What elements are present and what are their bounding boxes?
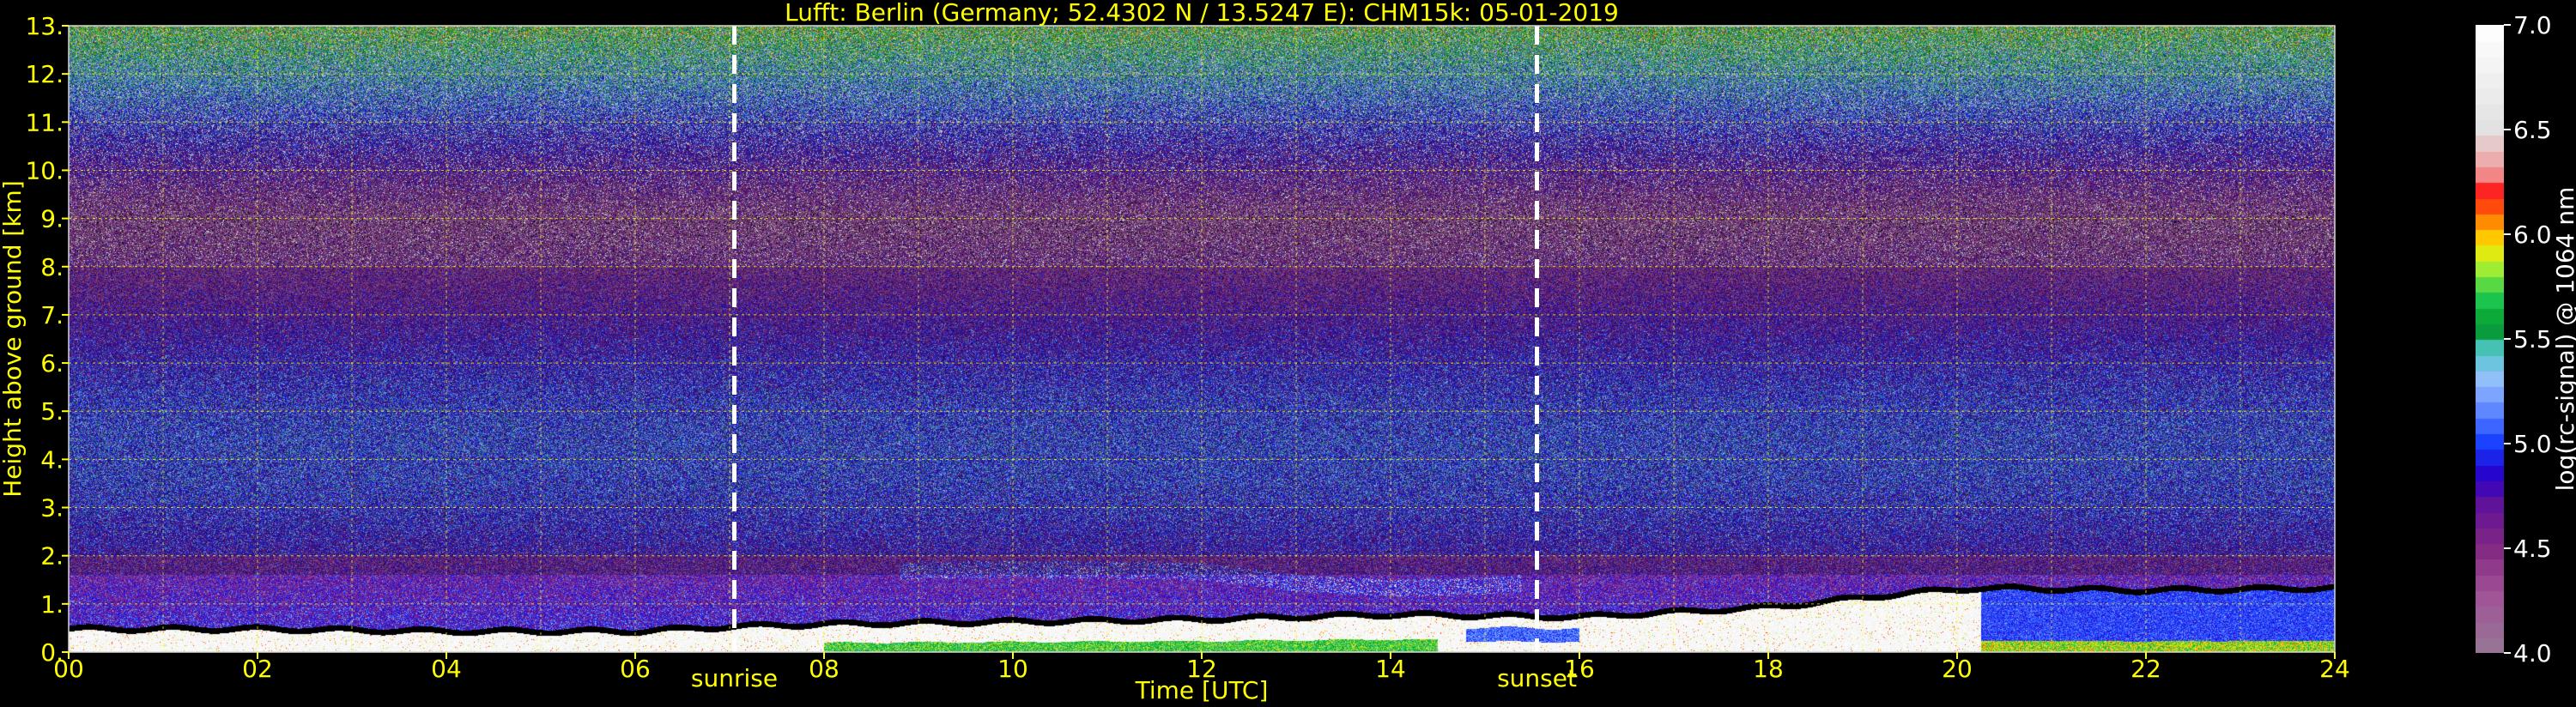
colorbar-tick-label: 4.5	[2513, 535, 2552, 563]
x-tick-label: 18	[1753, 655, 1784, 683]
y-tick-label: 10.	[25, 156, 64, 184]
x-axis-label: Time [UTC]	[1135, 676, 1269, 704]
chart-title: Lufft: Berlin (Germany; 52.4302 N / 13.5…	[785, 0, 1619, 27]
x-tick-label: 20	[1942, 655, 1973, 683]
ceilometer-figure: 00 02 04 06 08 10 12 14 16 18 20 22 24 0. 1. 2. 3. 4. 5. 6…	[0, 0, 2576, 707]
x-tick-label: 10	[997, 655, 1028, 683]
x-tick-label: 02	[242, 655, 273, 683]
colorbar-tick-label: 5.0	[2513, 430, 2552, 458]
y-tick-label: 12.	[25, 60, 64, 88]
x-tick-label: 06	[620, 655, 651, 683]
y-tick-label: 8.	[40, 253, 64, 281]
gridlines	[69, 26, 2335, 652]
y-tick-label: 11.	[25, 108, 64, 136]
colorbar-tick-label: 6.0	[2513, 221, 2552, 249]
y-axis-label: Height above ground [km]	[0, 180, 27, 498]
y-axis-ticks: 0. 1. 2. 3. 4. 5. 6. 7. 8. 9. 10. 11. 12. 13.	[25, 12, 69, 667]
colorbar-ticks: 4.0 4.5 5.0 5.5 6.0 6.5 7.0	[2504, 11, 2552, 668]
y-tick-label: 2.	[40, 542, 64, 571]
y-tick-label: 9.	[40, 205, 64, 233]
y-tick-label: 4.	[40, 445, 64, 474]
sunrise-label: sunrise	[691, 664, 778, 692]
colorbar-tick-label: 7.0	[2513, 11, 2552, 39]
y-tick-label: 1.	[40, 590, 64, 619]
x-tick-label: 04	[431, 655, 462, 683]
x-tick-label: 22	[2131, 655, 2161, 683]
y-tick-label: 3.	[40, 494, 64, 523]
colorbar-tick-label: 6.5	[2513, 116, 2552, 144]
colorbar-tick-label: 5.5	[2513, 325, 2552, 354]
y-tick-label: 7.	[40, 301, 64, 329]
x-tick-label: 14	[1375, 655, 1406, 683]
chart-overlay: 00 02 04 06 08 10 12 14 16 18 20 22 24 0.1.2.3.4.5.6…	[0, 0, 2576, 704]
x-tick-label: 24	[2319, 655, 2350, 683]
y-tick-label: 0.	[40, 638, 64, 667]
x-tick-label: 08	[809, 655, 839, 683]
day-markers	[732, 26, 1539, 652]
y-tick-label: 6.	[40, 349, 64, 378]
colorbar-label: log(rc-signal) @ 1064 nm	[2551, 187, 2576, 492]
y-tick-label: 5.	[40, 397, 64, 426]
colorbar-tick-label: 4.0	[2513, 639, 2552, 668]
y-tick-label: 13.	[25, 12, 64, 40]
sunset-label: sunset	[1497, 664, 1577, 692]
